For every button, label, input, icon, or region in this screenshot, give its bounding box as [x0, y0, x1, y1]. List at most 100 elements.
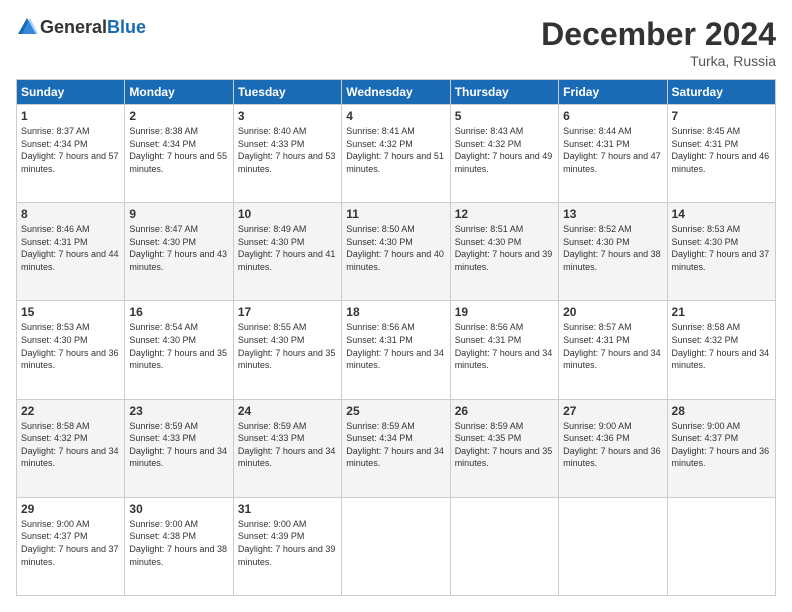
day-info: Sunrise: 9:00 AMSunset: 4:38 PMDaylight:… [129, 519, 227, 567]
header-saturday: Saturday [667, 80, 775, 105]
day-info: Sunrise: 8:59 AMSunset: 4:35 PMDaylight:… [455, 421, 553, 469]
calendar-table: Sunday Monday Tuesday Wednesday Thursday… [16, 79, 776, 596]
table-row: 18 Sunrise: 8:56 AMSunset: 4:31 PMDaylig… [342, 301, 450, 399]
day-info: Sunrise: 8:41 AMSunset: 4:32 PMDaylight:… [346, 126, 444, 174]
page: GeneralBlue December 2024 Turka, Russia … [0, 0, 792, 612]
table-row [450, 497, 558, 595]
day-info: Sunrise: 8:53 AMSunset: 4:30 PMDaylight:… [672, 224, 770, 272]
day-number: 4 [346, 109, 445, 123]
day-info: Sunrise: 9:00 AMSunset: 4:37 PMDaylight:… [21, 519, 119, 567]
calendar-week-row: 29 Sunrise: 9:00 AMSunset: 4:37 PMDaylig… [17, 497, 776, 595]
day-number: 22 [21, 404, 120, 418]
table-row: 7 Sunrise: 8:45 AMSunset: 4:31 PMDayligh… [667, 105, 775, 203]
day-number: 17 [238, 305, 337, 319]
table-row: 11 Sunrise: 8:50 AMSunset: 4:30 PMDaylig… [342, 203, 450, 301]
table-row: 2 Sunrise: 8:38 AMSunset: 4:34 PMDayligh… [125, 105, 233, 203]
day-info: Sunrise: 8:44 AMSunset: 4:31 PMDaylight:… [563, 126, 661, 174]
logo: GeneralBlue [16, 16, 146, 38]
table-row: 1 Sunrise: 8:37 AMSunset: 4:34 PMDayligh… [17, 105, 125, 203]
day-info: Sunrise: 8:49 AMSunset: 4:30 PMDaylight:… [238, 224, 336, 272]
table-row: 28 Sunrise: 9:00 AMSunset: 4:37 PMDaylig… [667, 399, 775, 497]
day-number: 26 [455, 404, 554, 418]
day-number: 14 [672, 207, 771, 221]
day-number: 27 [563, 404, 662, 418]
day-number: 5 [455, 109, 554, 123]
logo-blue: Blue [107, 17, 146, 37]
day-number: 12 [455, 207, 554, 221]
day-number: 7 [672, 109, 771, 123]
day-info: Sunrise: 8:55 AMSunset: 4:30 PMDaylight:… [238, 322, 336, 370]
day-info: Sunrise: 8:45 AMSunset: 4:31 PMDaylight:… [672, 126, 770, 174]
table-row: 15 Sunrise: 8:53 AMSunset: 4:30 PMDaylig… [17, 301, 125, 399]
table-row: 31 Sunrise: 9:00 AMSunset: 4:39 PMDaylig… [233, 497, 341, 595]
day-number: 29 [21, 502, 120, 516]
location: Turka, Russia [541, 53, 776, 69]
day-number: 24 [238, 404, 337, 418]
day-info: Sunrise: 8:58 AMSunset: 4:32 PMDaylight:… [672, 322, 770, 370]
day-number: 11 [346, 207, 445, 221]
day-info: Sunrise: 8:52 AMSunset: 4:30 PMDaylight:… [563, 224, 661, 272]
day-info: Sunrise: 8:54 AMSunset: 4:30 PMDaylight:… [129, 322, 227, 370]
day-info: Sunrise: 8:51 AMSunset: 4:30 PMDaylight:… [455, 224, 553, 272]
header-wednesday: Wednesday [342, 80, 450, 105]
day-number: 3 [238, 109, 337, 123]
table-row: 3 Sunrise: 8:40 AMSunset: 4:33 PMDayligh… [233, 105, 341, 203]
header-thursday: Thursday [450, 80, 558, 105]
table-row: 23 Sunrise: 8:59 AMSunset: 4:33 PMDaylig… [125, 399, 233, 497]
header-tuesday: Tuesday [233, 80, 341, 105]
table-row: 24 Sunrise: 8:59 AMSunset: 4:33 PMDaylig… [233, 399, 341, 497]
table-row: 26 Sunrise: 8:59 AMSunset: 4:35 PMDaylig… [450, 399, 558, 497]
table-row: 21 Sunrise: 8:58 AMSunset: 4:32 PMDaylig… [667, 301, 775, 399]
table-row: 14 Sunrise: 8:53 AMSunset: 4:30 PMDaylig… [667, 203, 775, 301]
title-block: December 2024 Turka, Russia [541, 16, 776, 69]
table-row [559, 497, 667, 595]
logo-general: General [40, 17, 107, 37]
table-row: 19 Sunrise: 8:56 AMSunset: 4:31 PMDaylig… [450, 301, 558, 399]
day-info: Sunrise: 9:00 AMSunset: 4:39 PMDaylight:… [238, 519, 336, 567]
logo-icon [16, 16, 38, 38]
day-info: Sunrise: 8:57 AMSunset: 4:31 PMDaylight:… [563, 322, 661, 370]
day-info: Sunrise: 8:59 AMSunset: 4:34 PMDaylight:… [346, 421, 444, 469]
table-row: 5 Sunrise: 8:43 AMSunset: 4:32 PMDayligh… [450, 105, 558, 203]
table-row: 25 Sunrise: 8:59 AMSunset: 4:34 PMDaylig… [342, 399, 450, 497]
day-number: 19 [455, 305, 554, 319]
day-number: 8 [21, 207, 120, 221]
day-number: 9 [129, 207, 228, 221]
day-info: Sunrise: 8:47 AMSunset: 4:30 PMDaylight:… [129, 224, 227, 272]
day-info: Sunrise: 8:37 AMSunset: 4:34 PMDaylight:… [21, 126, 119, 174]
header: GeneralBlue December 2024 Turka, Russia [16, 16, 776, 69]
day-number: 20 [563, 305, 662, 319]
calendar-week-row: 8 Sunrise: 8:46 AMSunset: 4:31 PMDayligh… [17, 203, 776, 301]
table-row: 6 Sunrise: 8:44 AMSunset: 4:31 PMDayligh… [559, 105, 667, 203]
day-number: 28 [672, 404, 771, 418]
day-number: 25 [346, 404, 445, 418]
weekday-header-row: Sunday Monday Tuesday Wednesday Thursday… [17, 80, 776, 105]
day-info: Sunrise: 9:00 AMSunset: 4:36 PMDaylight:… [563, 421, 661, 469]
month-title: December 2024 [541, 16, 776, 53]
table-row: 10 Sunrise: 8:49 AMSunset: 4:30 PMDaylig… [233, 203, 341, 301]
day-info: Sunrise: 8:56 AMSunset: 4:31 PMDaylight:… [455, 322, 553, 370]
day-number: 6 [563, 109, 662, 123]
calendar-week-row: 22 Sunrise: 8:58 AMSunset: 4:32 PMDaylig… [17, 399, 776, 497]
day-info: Sunrise: 8:50 AMSunset: 4:30 PMDaylight:… [346, 224, 444, 272]
day-info: Sunrise: 8:53 AMSunset: 4:30 PMDaylight:… [21, 322, 119, 370]
day-info: Sunrise: 9:00 AMSunset: 4:37 PMDaylight:… [672, 421, 770, 469]
calendar-week-row: 1 Sunrise: 8:37 AMSunset: 4:34 PMDayligh… [17, 105, 776, 203]
table-row: 17 Sunrise: 8:55 AMSunset: 4:30 PMDaylig… [233, 301, 341, 399]
day-number: 2 [129, 109, 228, 123]
header-sunday: Sunday [17, 80, 125, 105]
table-row: 22 Sunrise: 8:58 AMSunset: 4:32 PMDaylig… [17, 399, 125, 497]
table-row: 13 Sunrise: 8:52 AMSunset: 4:30 PMDaylig… [559, 203, 667, 301]
day-number: 23 [129, 404, 228, 418]
table-row: 30 Sunrise: 9:00 AMSunset: 4:38 PMDaylig… [125, 497, 233, 595]
table-row [342, 497, 450, 595]
day-info: Sunrise: 8:58 AMSunset: 4:32 PMDaylight:… [21, 421, 119, 469]
day-info: Sunrise: 8:59 AMSunset: 4:33 PMDaylight:… [129, 421, 227, 469]
day-info: Sunrise: 8:59 AMSunset: 4:33 PMDaylight:… [238, 421, 336, 469]
day-info: Sunrise: 8:40 AMSunset: 4:33 PMDaylight:… [238, 126, 336, 174]
header-monday: Monday [125, 80, 233, 105]
table-row [667, 497, 775, 595]
day-number: 21 [672, 305, 771, 319]
table-row: 8 Sunrise: 8:46 AMSunset: 4:31 PMDayligh… [17, 203, 125, 301]
table-row: 20 Sunrise: 8:57 AMSunset: 4:31 PMDaylig… [559, 301, 667, 399]
